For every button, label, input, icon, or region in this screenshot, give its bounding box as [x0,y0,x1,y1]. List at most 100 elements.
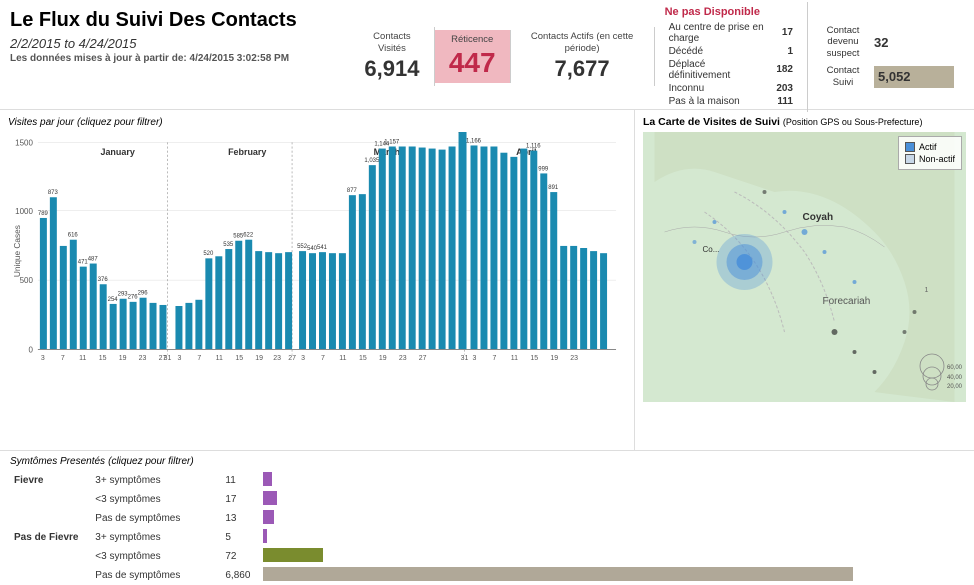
ne-pas-dispo-row: Déplacé définitivement182 [665,58,797,82]
reticence-box: Réticence 447 [435,30,511,83]
svg-text:552: 552 [297,243,308,250]
ne-pas-dispo-row: Au centre de prise en charge17 [665,21,797,45]
contacts-visites-value: 6,914 [364,56,419,82]
ne-pas-dispo-row: Inconnu203 [665,82,797,95]
svg-text:1,035: 1,035 [364,157,380,164]
updated-info: Les données mises à jour à partir de: 4/… [10,53,350,64]
symptoms-title: Symtômes Presentés (cliquez pour filtrer… [10,455,964,467]
symptom-bar [263,529,267,543]
svg-text:February: February [228,147,267,157]
map-subtitle: (Position GPS ou Sous-Prefecture) [783,117,923,127]
contact-devenu-suspect-label: Contact devenu suspect [818,25,868,59]
svg-text:11: 11 [79,354,86,362]
svg-text:19: 19 [550,354,558,362]
svg-text:7: 7 [61,354,65,362]
symptom-row: <3 symptômes 72 [10,547,964,566]
contacts-actifs-box: Contacts Actifs (en cette période) 7,677 [511,27,655,86]
symptom-category [10,566,91,585]
contact-suivi-value: 5,052 [878,69,911,84]
svg-text:622: 622 [243,232,254,239]
symptoms-table: Fievre 3+ symptômes 11 <3 symptômes 17 P… [10,471,964,585]
svg-text:616: 616 [68,232,79,239]
header: Le Flux du Suivi Des Contacts 2/2/2015 t… [0,0,974,110]
symptom-row: Fievre 3+ symptômes 11 [10,471,964,490]
contacts-actifs-label: Contacts Actifs (en cette période) [525,31,640,54]
contacts-actifs-value: 7,677 [555,56,610,82]
svg-text:19: 19 [119,354,127,362]
svg-text:541: 541 [317,244,328,251]
nonactif-label: Non-actif [919,154,955,164]
contact-devenu-suspect-row: Contact devenu suspect 32 [818,25,954,59]
header-title: Le Flux du Suivi Des Contacts 2/2/2015 t… [10,8,350,105]
svg-text:19: 19 [255,354,263,362]
map-legend: Actif Non-actif [898,136,962,170]
svg-text:15: 15 [359,354,367,362]
actif-dot [905,142,915,152]
svg-text:60,000: 60,000 [947,365,962,371]
symptom-subcategory: <3 symptômes [91,490,221,509]
svg-text:March: March [374,147,401,157]
symptom-bar [263,510,274,524]
legend-nonactif: Non-actif [905,154,955,164]
svg-text:487: 487 [88,255,99,262]
svg-text:23: 23 [139,354,147,362]
symptom-category [10,547,91,566]
contact-suivi-label: Contact Suivi [818,65,868,88]
ne-pas-dispo-value: 111 [772,95,797,108]
symptom-row: Pas de symptômes 6,860 [10,566,964,585]
bar-chart-svg: 1500 1000 500 0 January February March A… [8,132,626,422]
svg-text:535: 535 [223,241,234,248]
contact-suivi-row: Contact Suivi 5,052 [818,65,954,88]
svg-text:7: 7 [321,354,325,362]
actif-label: Actif [919,142,937,152]
contact-suivi-bar: 5,052 [874,66,954,88]
symptom-row: <3 symptômes 17 [10,490,964,509]
map-size-legend: 20,000 40,000 60,000 [902,336,962,398]
size-legend-svg: 20,000 40,000 60,000 [902,336,962,396]
symptom-category: Fievre [10,471,91,490]
map-container: Coyah Forecariah Co... 1 Actif Non-actif [643,132,966,402]
bar-chart-section[interactable]: Visites par jour (cliquez pour filtrer) … [0,110,635,450]
nonactif-dot [905,154,915,164]
svg-text:789: 789 [38,210,49,217]
svg-text:27: 27 [419,354,427,362]
reticence-value: 447 [449,47,496,79]
svg-text:1,412: 1,412 [454,132,471,134]
symptom-value: 13 [221,509,259,528]
svg-text:Forecariah: Forecariah [823,296,871,307]
symptom-subcategory: Pas de symptômes [91,509,221,528]
contact-boxes: Contact devenu suspect 32 Contact Suivi … [808,21,964,92]
symptom-value: 11 [221,471,259,490]
symptom-subcategory: Pas de symptômes [91,566,221,585]
symptoms-section[interactable]: Symtômes Presentés (cliquez pour filtrer… [0,450,974,584]
symptom-bar-cell [259,566,964,585]
symptom-value: 5 [221,528,259,547]
svg-text:585: 585 [233,233,244,240]
symptom-bar [263,472,272,486]
ne-pas-dispo-category: Pas à la maison [665,95,773,108]
page-title: Le Flux du Suivi Des Contacts [10,8,350,32]
ne-pas-dispo-section: Ne pas Disponible Au centre de prise en … [655,2,808,112]
updated-value: 4/24/2015 3:02:58 PM [190,53,290,64]
contacts-visites-label: Contacts Visités [364,31,420,54]
svg-text:1,157: 1,157 [384,138,400,145]
svg-text:Co...: Co... [703,245,720,254]
svg-text:11: 11 [216,354,223,362]
ne-pas-dispo-category: Au centre de prise en charge [665,21,773,45]
date-range: 2/2/2015 to 4/24/2015 [10,36,350,51]
svg-text:1: 1 [925,287,929,294]
ne-pas-dispo-value: 203 [772,82,797,95]
symptom-category [10,490,91,509]
svg-text:3: 3 [473,354,477,362]
ne-pas-dispo-table: Au centre de prise en charge17Décédé1Dép… [665,21,797,108]
svg-text:11: 11 [339,354,346,362]
svg-text:540: 540 [307,245,318,252]
svg-text:873: 873 [48,189,59,196]
symptom-bar-cell [259,547,964,566]
symptom-row: Pas de Fievre 3+ symptômes 5 [10,528,964,547]
svg-text:31: 31 [164,354,172,362]
svg-text:520: 520 [203,250,214,257]
symptom-subcategory: 3+ symptômes [91,471,221,490]
ne-pas-dispo-category: Inconnu [665,82,773,95]
map-title-text: La Carte de Visites de Suivi [643,116,780,128]
